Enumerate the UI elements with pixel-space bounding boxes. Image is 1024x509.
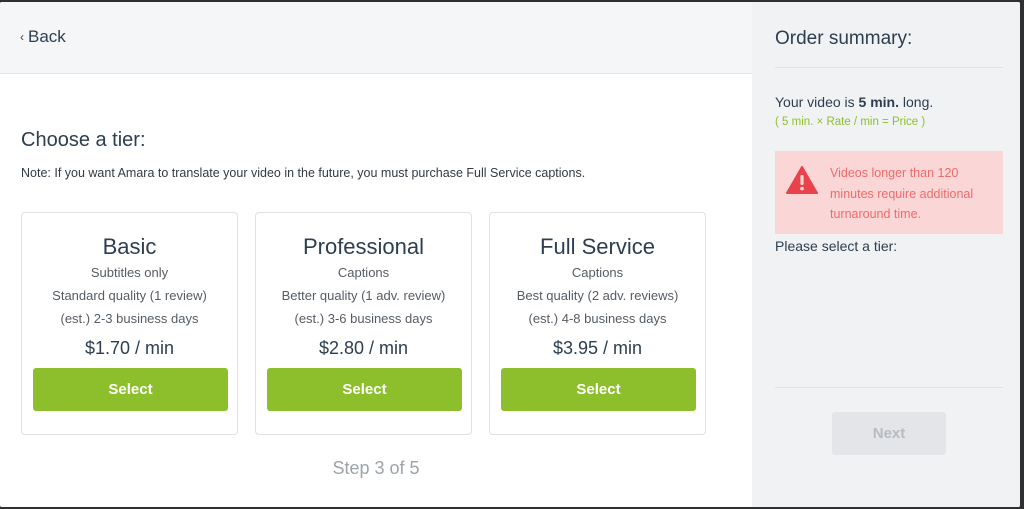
order-modal: ‹ Back Choose a tier: Note: If you want A… xyxy=(0,2,1020,507)
tier-price: $3.95 / min xyxy=(552,338,643,358)
select-tier-prompt: Please select a tier: xyxy=(775,238,898,254)
tier-price: $1.70 / min xyxy=(84,338,175,358)
tier-card-professional: Professional Captions Better quality (1 … xyxy=(255,212,472,435)
video-length-text: Your video is 5 min. long. xyxy=(775,94,933,110)
summary-divider-bottom xyxy=(775,387,1003,388)
tier-subtitle: Captions xyxy=(337,265,390,280)
tier-price: $2.80 / min xyxy=(318,338,409,358)
video-length-prefix: Your video is xyxy=(775,94,859,110)
video-length-suffix: long. xyxy=(899,94,934,110)
tier-name: Full Service xyxy=(540,234,655,259)
translation-note: Note: If you want Amara to translate you… xyxy=(21,166,586,180)
tier-turnaround: (est.) 2-3 business days xyxy=(60,311,199,326)
tier-quality: Standard quality (1 review) xyxy=(52,288,207,303)
select-full-service-button[interactable]: Select xyxy=(501,368,696,411)
chevron-left-icon: ‹ xyxy=(20,30,24,44)
tier-card-basic: Basic Subtitles only Standard quality (1… xyxy=(21,212,238,435)
tier-card-full-service: Full Service Captions Best quality (2 ad… xyxy=(489,212,706,435)
tier-name: Professional xyxy=(302,234,425,259)
price-formula: ( 5 min. × Rate / min = Price ) xyxy=(775,116,926,128)
video-length-value: 5 min. xyxy=(858,94,900,110)
tier-subtitle: Captions xyxy=(571,265,624,280)
tier-name: Basic xyxy=(102,234,157,259)
select-basic-button[interactable]: Select xyxy=(33,368,228,411)
tier-turnaround: (est.) 4-8 business days xyxy=(528,311,667,326)
summary-title: Order summary: xyxy=(775,28,913,49)
page-title: Choose a tier: xyxy=(21,129,146,151)
tier-quality: Best quality (2 adv. reviews) xyxy=(516,288,679,303)
length-warning-alert: Videos longer than 120 minutes require a… xyxy=(775,151,1003,234)
warning-icon xyxy=(786,166,818,194)
next-button[interactable]: Next xyxy=(832,412,946,455)
tier-selection-panel: ‹ Back Choose a tier: Note: If you want A… xyxy=(0,2,752,507)
select-professional-button[interactable]: Select xyxy=(267,368,462,411)
order-summary-panel: Order summary: Your video is 5 min. long… xyxy=(752,2,1020,507)
back-link[interactable]: ‹ Back xyxy=(20,27,66,47)
back-label: Back xyxy=(28,27,66,46)
summary-divider-top xyxy=(775,67,1003,68)
step-indicator: Step 3 of 5 xyxy=(332,458,420,478)
tier-subtitle: Subtitles only xyxy=(90,265,169,280)
tier-quality: Better quality (1 adv. review) xyxy=(281,288,446,303)
alert-message: Videos longer than 120 minutes require a… xyxy=(830,166,974,221)
tier-turnaround: (est.) 3-6 business days xyxy=(294,311,433,326)
top-bar: ‹ Back xyxy=(0,2,752,74)
